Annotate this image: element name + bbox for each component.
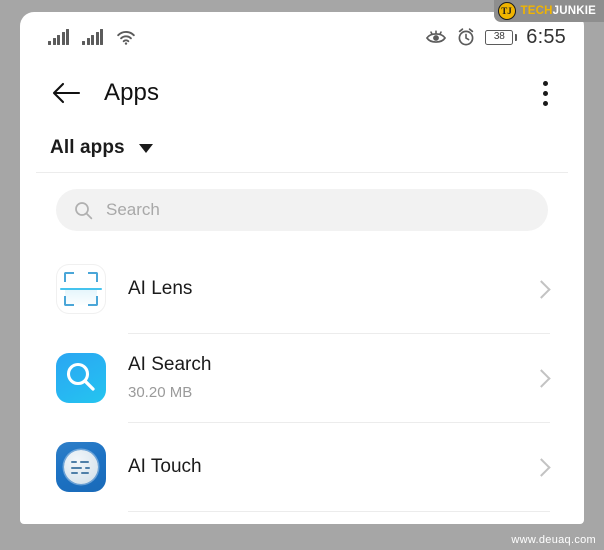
app-size: 30.20 MB [128,383,193,401]
chevron-right-icon [532,457,551,477]
techjunkie-wordmark: TECHJUNKIE [521,5,597,17]
app-text-block: AI Lens [128,278,535,301]
techjunkie-logo-icon: TJ [497,2,516,20]
status-bar-right: 38 6:55 [425,26,566,49]
techjunkie-wordmark-part1: TECH [520,5,553,17]
list-divider [128,511,550,512]
app-list: AI Lens AI Search 30.20 MB AI Touch [20,245,584,512]
app-filter-dropdown[interactable]: All apps [20,124,584,172]
status-bar-left [48,29,136,45]
battery-icon: 38 [485,29,518,45]
search-area: Search [20,173,584,245]
device-frame: TJ TECHJUNKIE www.deuaq.com 38 6:55 Apps… [0,0,604,550]
techjunkie-wordmark-part2: JUNKIE [552,5,596,17]
status-bar-clock: 6:55 [526,25,566,48]
signal-bars-icon-sim2 [82,29,103,45]
list-item[interactable]: AI Touch [20,423,584,511]
ai-search-icon [56,353,106,403]
page-title: Apps [104,79,160,106]
battery-level-label: 38 [493,31,505,42]
ai-touch-icon [56,442,106,492]
eye-comfort-icon [425,28,447,46]
site-watermark: www.deuaq.com [511,534,596,546]
list-item[interactable]: AI Search 30.20 MB [20,334,584,422]
app-text-block: AI Search 30.20 MB [128,354,535,402]
ai-lens-icon [56,264,106,314]
app-filter-label: All apps [50,137,125,158]
app-name: AI Lens [128,277,193,299]
chevron-down-icon [138,143,153,153]
techjunkie-watermark: TJ TECHJUNKIE [493,0,604,22]
chevron-right-icon [532,368,551,388]
app-name: AI Touch [128,455,202,477]
list-item[interactable]: AI Lens [20,245,584,333]
search-placeholder: Search [106,200,160,219]
title-bar: Apps [20,62,584,124]
app-name: AI Search [128,354,212,376]
wifi-icon [116,29,136,45]
alarm-clock-icon [456,27,476,47]
back-arrow-icon[interactable] [50,77,82,109]
more-vertical-icon[interactable] [530,76,560,110]
search-input[interactable]: Search [56,189,548,231]
app-text-block: AI Touch [128,456,535,479]
chevron-right-icon [532,279,551,299]
phone-screen: 38 6:55 Apps All apps Search AI Lens AI … [20,12,584,524]
signal-bars-icon-sim1 [48,29,69,45]
search-icon [74,201,93,220]
